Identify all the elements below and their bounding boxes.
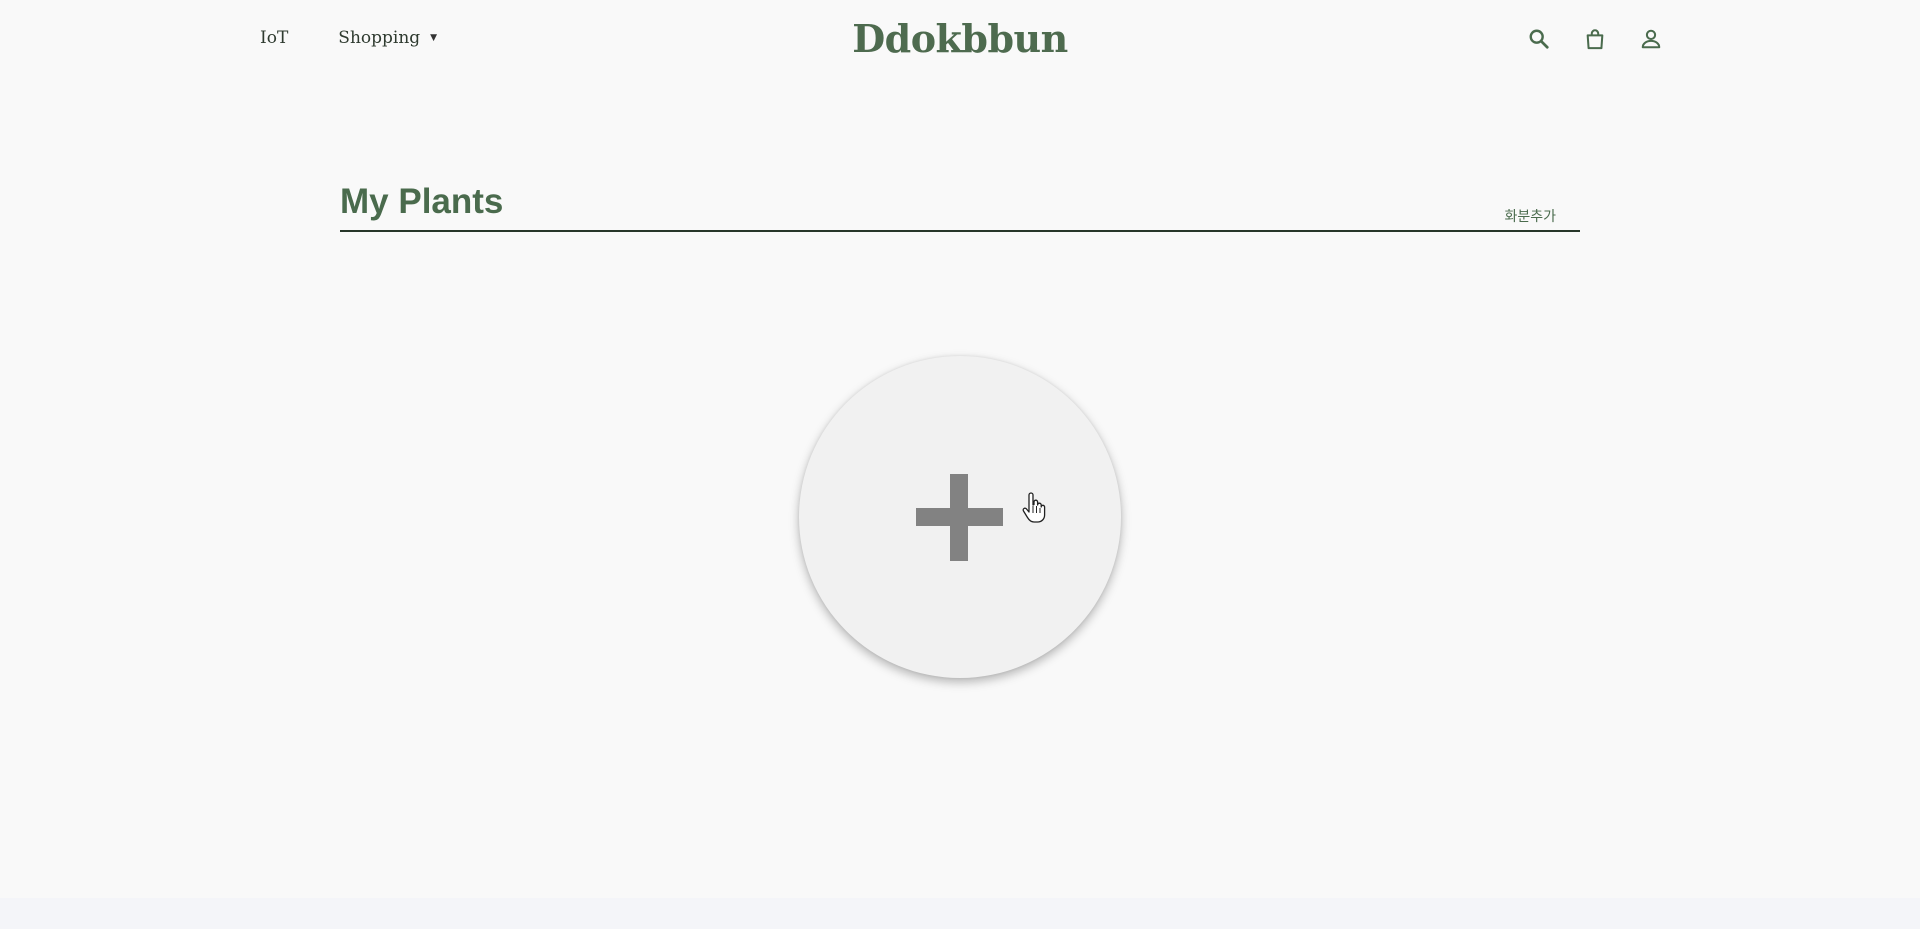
- nav-shopping-label: Shopping: [338, 28, 421, 48]
- account-button[interactable]: [1638, 26, 1664, 52]
- footer-strip: [0, 898, 1920, 929]
- caret-down-icon: ▼: [430, 33, 438, 43]
- shopping-bag-icon: [1586, 29, 1604, 50]
- main-nav: IoT Shopping ▼: [260, 28, 437, 48]
- nav-shopping-dropdown[interactable]: Shopping ▼: [338, 28, 437, 48]
- nav-iot-label: IoT: [260, 28, 289, 48]
- title-row: My Plants 화분추가: [340, 178, 1580, 232]
- search-icon: [1529, 29, 1549, 49]
- add-plant-button[interactable]: [799, 356, 1121, 678]
- search-button[interactable]: [1526, 26, 1552, 52]
- site-header: IoT Shopping ▼ Ddokbbun: [0, 0, 1920, 80]
- cart-button[interactable]: [1582, 26, 1608, 52]
- page: IoT Shopping ▼ Ddokbbun My Plants 화분추가: [0, 0, 1920, 929]
- nav-iot-link[interactable]: IoT: [260, 28, 288, 48]
- user-icon: [1641, 29, 1661, 49]
- header-actions: [1526, 26, 1664, 52]
- site-logo[interactable]: Ddokbbun: [852, 16, 1068, 61]
- plus-icon-horizontal: [916, 508, 1003, 526]
- my-plants-section: My Plants 화분추가: [340, 178, 1580, 232]
- add-pot-link[interactable]: 화분추가: [1504, 206, 1556, 226]
- page-title: My Plants: [340, 182, 504, 221]
